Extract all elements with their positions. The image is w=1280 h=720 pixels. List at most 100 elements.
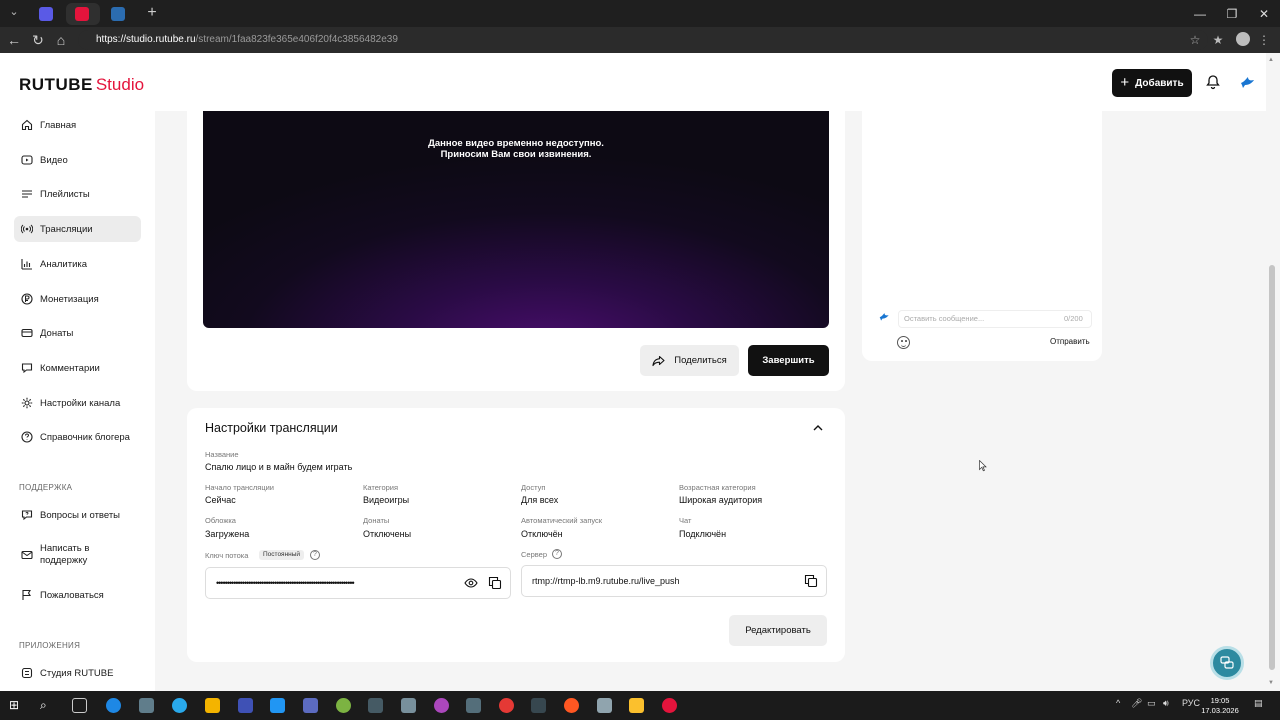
video-icon [21, 154, 33, 166]
network-icon[interactable]: ▭ [1147, 698, 1156, 709]
yandex-browser-icon[interactable] [564, 698, 579, 713]
finish-stream-button[interactable]: Завершить [748, 345, 829, 376]
volume-icon[interactable]: 🔊︎ [1163, 698, 1169, 709]
file-explorer-icon[interactable] [629, 698, 644, 713]
edge-browser-icon[interactable] [106, 698, 121, 713]
support-chat-button[interactable] [1210, 646, 1244, 680]
eye-icon[interactable] [464, 576, 478, 590]
home-icon[interactable]: ⌂ [53, 32, 69, 48]
field-value: Широкая аудитория [679, 495, 763, 505]
app-icon[interactable] [336, 698, 351, 713]
notifications-bell-icon[interactable] [1205, 74, 1221, 90]
notifications-icon[interactable]: ▤ [1254, 698, 1263, 709]
bookmark-star-icon[interactable]: ☆ [1187, 32, 1203, 48]
tab-favicon-icon [111, 7, 125, 21]
window-controls: — ❐ ✕ [1184, 0, 1280, 27]
app-icon[interactable] [205, 698, 220, 713]
chevron-up-icon[interactable] [812, 422, 824, 434]
video-player[interactable]: Данное видео временно недоступно. Принос… [203, 111, 829, 328]
close-icon[interactable]: ✕ [1248, 0, 1280, 27]
sidebar-item-blogger-guide[interactable]: Справочник блогера [14, 424, 141, 450]
browser-tab-3[interactable] [102, 3, 136, 25]
app-icon[interactable] [238, 698, 253, 713]
edit-button[interactable]: Редактировать [729, 615, 827, 646]
favorites-icon[interactable]: ★ [1210, 32, 1226, 48]
telegram-icon[interactable] [172, 698, 187, 713]
sidebar-item-contact-support[interactable]: Написать в поддержку [14, 540, 141, 570]
url-field[interactable]: https://studio.rutube.ru/stream/1faa823f… [78, 30, 1208, 50]
app-icon[interactable] [270, 698, 285, 713]
windows-start-icon[interactable]: ⊞ [9, 698, 24, 713]
maximize-icon[interactable]: ❐ [1216, 0, 1248, 27]
minimize-icon[interactable]: — [1184, 0, 1216, 27]
scrollbar-thumb[interactable] [1269, 265, 1275, 670]
tab-list-icon[interactable]: ⌄ [6, 5, 22, 21]
emoji-icon[interactable] [897, 336, 910, 349]
calculator-icon[interactable] [466, 698, 481, 713]
app-icon[interactable] [368, 698, 383, 713]
share-icon [652, 355, 665, 366]
share-button[interactable]: Поделиться [640, 345, 739, 376]
channel-avatar-icon[interactable] [1240, 74, 1256, 90]
scroll-up-icon[interactable]: ▲ [1268, 57, 1274, 63]
stream-key-field[interactable]: ••••••••••••••••••••••••••••••••••••••••… [205, 567, 511, 599]
new-tab-icon[interactable]: + [144, 4, 160, 22]
app-icon[interactable] [434, 698, 449, 713]
sidebar-item-label: Монетизация [40, 293, 99, 305]
help-icon[interactable]: ? [552, 549, 562, 559]
taskbar-clock[interactable]: 19:05 17.03.2026 [1200, 696, 1240, 716]
address-bar: ← ↻ ⌂ https://studio.rutube.ru/stream/1f… [0, 27, 1280, 53]
scroll-down-icon[interactable]: ▼ [1268, 680, 1274, 686]
app-icon[interactable] [531, 698, 546, 713]
camera-app-icon[interactable] [139, 698, 154, 713]
browser-tab-1[interactable] [30, 3, 64, 25]
help-icon[interactable]: ? [310, 550, 320, 560]
add-button[interactable]: + Добавить [1112, 69, 1192, 97]
field-value: Видеоигры [363, 495, 410, 505]
sidebar-item-rutube-studio-app[interactable]: Студия RUTUBE [14, 660, 141, 686]
field-value: Отключены [363, 529, 412, 539]
chat-send-button[interactable]: Отправить [1050, 337, 1090, 346]
sidebar-item-home[interactable]: Главная [14, 112, 141, 138]
field-label: Чат [679, 516, 692, 525]
analytics-icon [21, 258, 33, 270]
chat-bubbles-icon [1220, 656, 1234, 669]
copy-icon[interactable] [804, 574, 818, 588]
server-url-value: rtmp://rtmp-lb.m9.rutube.ru/live_push [532, 576, 680, 586]
sidebar-item-playlists[interactable]: Плейлисты [14, 181, 141, 207]
app-icon[interactable] [597, 698, 612, 713]
rutube-studio-logo[interactable]: RUTUBE Studio [19, 75, 144, 95]
tray-chevron-icon[interactable]: ^ [1116, 698, 1120, 708]
sidebar-item-monetization[interactable]: Монетизация [14, 286, 141, 312]
sidebar-item-faq[interactable]: Вопросы и ответы [14, 502, 141, 528]
menu-icon[interactable]: ⋮ [1256, 32, 1272, 48]
player-message-line2: Приносим Вам свои извинения. [440, 149, 592, 160]
sidebar-item-report[interactable]: Пожаловаться [14, 582, 141, 608]
sidebar-item-video[interactable]: Видео [14, 147, 141, 173]
task-view-icon[interactable] [72, 698, 87, 713]
language-indicator[interactable]: РУС [1182, 698, 1200, 708]
copy-icon[interactable] [488, 576, 502, 590]
obs-icon[interactable] [662, 698, 677, 713]
sidebar-item-comments[interactable]: Комментарии [14, 355, 141, 381]
sidebar-item-broadcasts[interactable]: Трансляции [14, 216, 141, 242]
sidebar-item-channel-settings[interactable]: Настройки канала [14, 390, 141, 416]
sidebar-item-analytics[interactable]: Аналитика [14, 251, 141, 277]
browser-tab-bar: ⌄ + — ❐ ✕ [0, 0, 1280, 27]
back-icon[interactable]: ← [6, 32, 22, 48]
add-button-label: Добавить [1135, 77, 1184, 89]
app-icon[interactable] [303, 698, 318, 713]
profile-avatar[interactable] [1236, 32, 1250, 46]
sidebar-item-donations[interactable]: Донаты [14, 320, 141, 346]
app-icon[interactable] [401, 698, 416, 713]
field-label-name: Название [205, 450, 239, 459]
sidebar-item-label: Главная [40, 119, 77, 131]
browser-tab-2[interactable] [66, 3, 100, 25]
reload-icon[interactable]: ↻ [30, 32, 46, 48]
search-icon[interactable]: ⌕ [40, 698, 55, 713]
app-icon[interactable] [499, 698, 514, 713]
chat-message-input[interactable]: Оставить сообщение... [898, 310, 1092, 328]
microphone-icon[interactable]: 🎤︎ [1131, 698, 1142, 709]
server-url-field[interactable]: rtmp://rtmp-lb.m9.rutube.ru/live_push [521, 565, 827, 597]
field-value: Отключён [521, 529, 563, 539]
